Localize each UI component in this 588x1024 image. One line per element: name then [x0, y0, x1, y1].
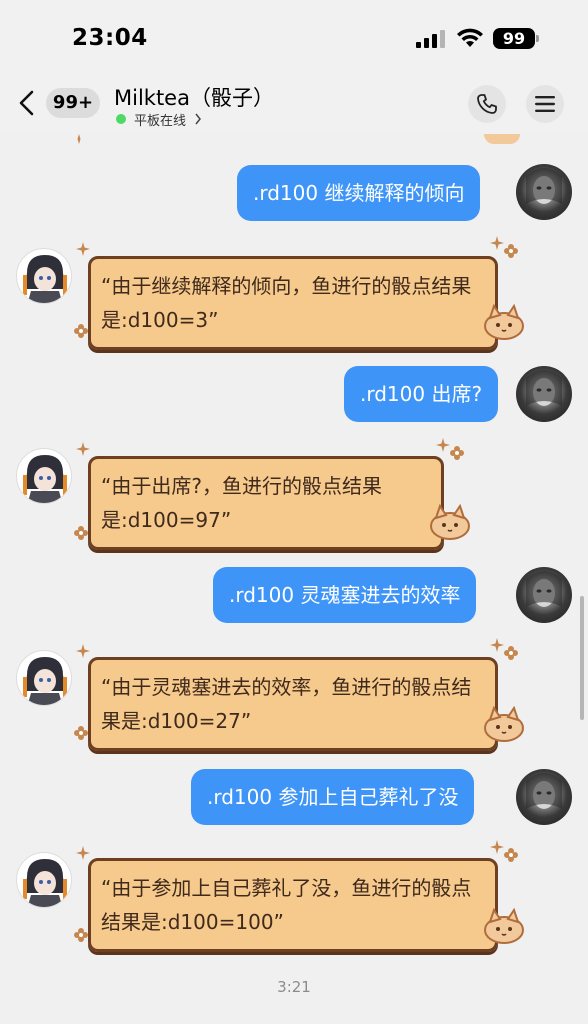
hamburger-menu-icon	[535, 96, 555, 112]
flower-icon	[74, 526, 88, 540]
sparkle-icon	[490, 638, 504, 652]
cat-sticker-icon	[484, 706, 524, 742]
status-bar: 23:04 99	[0, 0, 588, 72]
cat-sticker-icon	[430, 504, 470, 540]
phone-icon	[477, 94, 497, 114]
sparkle-icon	[76, 644, 90, 658]
my-avatar[interactable]	[516, 567, 572, 623]
sparkle-icon	[490, 840, 504, 854]
sparkle-icon	[77, 134, 81, 144]
sparkle-icon	[436, 438, 450, 452]
flower-icon	[74, 928, 88, 942]
sparkle-icon	[76, 242, 90, 256]
flower-icon	[74, 324, 88, 338]
incoming-message[interactable]: “由于灵魂塞进去的效率，鱼进行的骰点结果是:d100=27”	[88, 657, 498, 751]
cellular-signal-icon	[416, 30, 445, 48]
flower-icon	[504, 646, 518, 660]
incoming-message[interactable]: “由于出席?，鱼进行的骰点结果是:d100=97”	[88, 456, 444, 550]
flower-icon	[504, 848, 518, 862]
unread-count-badge[interactable]: 99+	[46, 88, 100, 118]
flower-icon	[74, 726, 88, 740]
chat-title[interactable]: Milktea（骰子）	[114, 82, 274, 112]
chevron-right-icon	[195, 113, 201, 125]
message-timestamp: 3:21	[277, 978, 311, 996]
wifi-icon	[457, 28, 483, 47]
bot-avatar[interactable]	[16, 650, 72, 706]
my-avatar[interactable]	[516, 164, 572, 220]
online-status-text: 平板在线	[134, 113, 187, 129]
outgoing-message[interactable]: .rd100 参加上自己葬礼了没	[191, 769, 475, 825]
status-time: 23:04	[72, 25, 148, 51]
sparkle-icon	[76, 846, 90, 860]
bot-avatar[interactable]	[16, 448, 72, 504]
my-avatar[interactable]	[516, 366, 572, 422]
scrollbar[interactable]	[580, 596, 584, 720]
outgoing-message[interactable]: .rd100 灵魂塞进去的效率	[213, 567, 477, 623]
cat-deco-icon	[484, 134, 520, 144]
bot-avatar[interactable]	[16, 248, 72, 304]
battery-level: 99	[493, 28, 535, 49]
battery-icon: 99	[493, 28, 539, 49]
bot-avatar[interactable]	[16, 852, 72, 908]
outgoing-message[interactable]: .rd100 继续解释的倾向	[237, 165, 481, 221]
flower-icon	[504, 244, 518, 258]
cat-sticker-icon	[484, 908, 524, 944]
online-dot-icon	[116, 114, 126, 124]
incoming-message[interactable]: “由于参加上自己葬礼了没，鱼进行的骰点结果是:d100=100”	[88, 858, 498, 952]
sparkle-icon	[490, 236, 504, 250]
flower-icon	[450, 446, 464, 460]
menu-button[interactable]	[526, 85, 564, 123]
my-avatar[interactable]	[516, 769, 572, 825]
back-chevron-icon[interactable]	[16, 89, 40, 117]
voice-call-button[interactable]	[468, 85, 506, 123]
outgoing-message[interactable]: .rd100 出席?	[344, 366, 499, 422]
incoming-message[interactable]: “由于继续解释的倾向，鱼进行的骰点结果是:d100=3”	[88, 256, 498, 350]
cat-sticker-icon	[484, 304, 524, 340]
sparkle-icon	[76, 442, 90, 456]
online-status[interactable]: 平板在线	[116, 110, 202, 129]
chat-header: 99+ Milktea（骰子） 平板在线	[0, 72, 588, 134]
